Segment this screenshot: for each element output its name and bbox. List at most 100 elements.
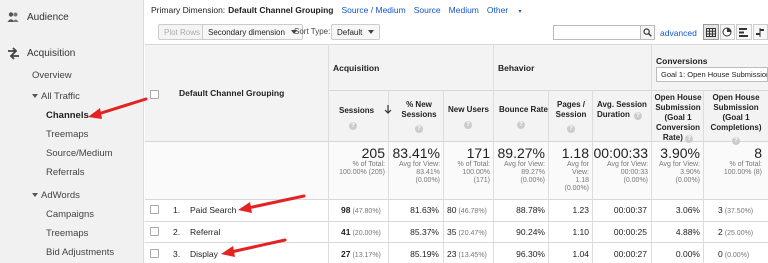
row-checkbox[interactable] xyxy=(150,249,159,258)
dimension-link-medium[interactable]: Medium xyxy=(449,5,479,15)
total-conversion-rate-caption: Avg for View: xyxy=(659,161,700,168)
help-icon[interactable]: ? xyxy=(685,135,694,143)
total-completions-value: 8 xyxy=(754,145,762,161)
total-avg-duration-value: 00:00:33 xyxy=(593,145,649,161)
sort-type-dropdown[interactable]: Default xyxy=(331,24,381,40)
total-new-sessions-value: 83.41% xyxy=(392,145,440,161)
help-icon[interactable]: ? xyxy=(415,125,423,133)
sort-type-value: Default xyxy=(337,27,363,37)
select-all-checkbox[interactable] xyxy=(150,90,159,99)
row-new-users: 35 (20.47%) xyxy=(447,227,487,237)
column-header-completions[interactable]: Open House Submission (Goal 1 Completion… xyxy=(706,93,766,145)
row-checkbox[interactable] xyxy=(150,205,159,214)
total-sessions-caption: % of Total: xyxy=(352,161,385,168)
primary-dimension-bar: Primary Dimension: Default Channel Groupi… xyxy=(151,5,538,15)
secondary-dimension-dropdown[interactable]: Secondary dimension xyxy=(202,24,303,40)
row-channel-link-referral[interactable]: Referral xyxy=(190,227,220,237)
sort-descending-icon xyxy=(384,105,392,114)
comparison-icon xyxy=(756,27,765,37)
nav-item-referrals[interactable]: Referrals xyxy=(46,167,85,178)
column-header-bounce-rate[interactable]: Bounce Rate? xyxy=(499,105,548,129)
dimension-link-other[interactable]: Other ▾ xyxy=(487,5,530,15)
dimension-column-header[interactable]: Default Channel Grouping xyxy=(179,88,284,98)
total-pages-session-value: 1.18 xyxy=(561,145,589,161)
audience-icon xyxy=(5,9,21,25)
pie-view-button[interactable] xyxy=(719,24,735,40)
nav-item-source-medium[interactable]: Source/Medium xyxy=(46,148,113,159)
nav-item-channels[interactable]: Channels xyxy=(46,110,89,121)
row-conversion-rate: 0.00% xyxy=(675,249,700,259)
total-new-sessions-avg: 83.41% xyxy=(416,169,440,176)
divider xyxy=(145,221,768,222)
help-icon[interactable]: ? xyxy=(633,112,642,120)
nav-section-audience[interactable]: Audience xyxy=(0,9,69,25)
total-new-sessions-caption: Avg for View: xyxy=(399,161,440,168)
nav-item-all-traffic[interactable]: All Traffic xyxy=(32,91,80,102)
help-icon[interactable]: ? xyxy=(517,121,525,129)
nav-item-treemaps-adwords[interactable]: Treemaps xyxy=(46,228,88,239)
row-new-sessions: 81.63% xyxy=(410,205,439,215)
nav-item-campaigns[interactable]: Campaigns xyxy=(46,209,94,220)
goal-select-dropdown[interactable]: Goal 1: Open House Submission xyxy=(656,67,768,82)
total-new-users: 171 % of Total: 100.00% (171) xyxy=(443,146,490,185)
row-channel-link-display[interactable]: Display xyxy=(190,249,218,259)
row-channel-link-paid-search[interactable]: Paid Search xyxy=(190,205,236,215)
column-header-sessions[interactable]: Sessions ? xyxy=(339,105,392,130)
row-checkbox[interactable] xyxy=(150,227,159,236)
row-pages-session: 1.23 xyxy=(572,205,589,215)
row-conversion-rate: 4.88% xyxy=(675,227,700,237)
acquisition-icon xyxy=(5,45,21,61)
divider xyxy=(145,44,768,45)
dimension-link-source[interactable]: Source xyxy=(414,5,441,15)
primary-dimension-active: Default Channel Grouping xyxy=(228,5,334,15)
help-icon[interactable]: ? xyxy=(567,125,575,133)
total-new-users-pct: 100.00% xyxy=(462,169,490,176)
row-number: 1. xyxy=(173,205,181,215)
left-navigation: Audience Acquisition Overview All Traffi… xyxy=(0,0,144,263)
nav-item-adwords[interactable]: AdWords xyxy=(32,190,80,201)
total-bounce-rate-value: 89.27% xyxy=(497,145,545,161)
column-header-new-sessions[interactable]: % New Sessions? xyxy=(398,100,440,133)
table-search-input[interactable] xyxy=(553,25,641,40)
nav-item-overview[interactable]: Overview xyxy=(32,70,72,81)
dimension-link-source-medium[interactable]: Source / Medium xyxy=(341,5,405,15)
nav-acquisition-label: Acquisition xyxy=(27,47,76,59)
total-completions-detail: 100.00% (8) xyxy=(723,169,762,176)
search-icon xyxy=(643,28,652,37)
group-header-behavior: Behavior xyxy=(498,63,535,73)
table-view-button[interactable] xyxy=(703,24,719,40)
total-sessions-value: 205 xyxy=(361,145,385,161)
plot-rows-button[interactable]: Plot Rows xyxy=(158,24,207,40)
total-completions: 8 % of Total: 100.00% (8) xyxy=(703,146,762,177)
row-new-users: 23 (13.45%) xyxy=(447,249,487,259)
search-button[interactable] xyxy=(640,25,655,40)
row-completions: 0 (0.00%) xyxy=(718,249,750,259)
column-header-avg-duration[interactable]: Avg. Session Duration? xyxy=(597,100,649,120)
total-new-users-count: (171) xyxy=(473,177,490,184)
row-pages-session: 1.10 xyxy=(572,227,589,237)
divider xyxy=(145,199,768,200)
row-sessions: 98 (47.80%) xyxy=(341,205,381,215)
row-sessions: 41 (20.00%) xyxy=(341,227,381,237)
row-new-sessions: 85.37% xyxy=(410,227,439,237)
total-pages-session-caption2: View: xyxy=(572,169,589,176)
column-header-new-users[interactable]: New Users? xyxy=(448,105,489,129)
total-new-users-caption: % of Total: xyxy=(457,161,490,168)
nav-item-bid-adjustments[interactable]: Bid Adjustments xyxy=(46,247,114,258)
nav-section-acquisition[interactable]: Acquisition xyxy=(0,45,75,61)
help-icon[interactable]: ? xyxy=(349,122,357,130)
help-icon[interactable]: ? xyxy=(732,137,740,145)
total-pages-session: 1.18 Avg for View: 1.18 (0.00%) xyxy=(548,146,589,193)
row-pages-session: 1.04 xyxy=(572,249,589,259)
new-users-header-label: New Users xyxy=(448,105,489,114)
performance-view-button[interactable] xyxy=(736,24,752,40)
column-header-pages-session[interactable]: Pages / Session? xyxy=(552,100,590,133)
total-completions-caption: % of Total: xyxy=(729,161,762,168)
advanced-filter-link[interactable]: advanced xyxy=(660,28,697,38)
comparison-view-button[interactable] xyxy=(752,24,768,40)
row-bounce-rate: 90.24% xyxy=(516,227,545,237)
column-header-conversion-rate[interactable]: Open House Submission (Goal 1 Conversion… xyxy=(654,93,702,143)
row-bounce-rate: 88.78% xyxy=(516,205,545,215)
nav-item-treemaps[interactable]: Treemaps xyxy=(46,129,88,140)
help-icon[interactable]: ? xyxy=(464,121,472,129)
